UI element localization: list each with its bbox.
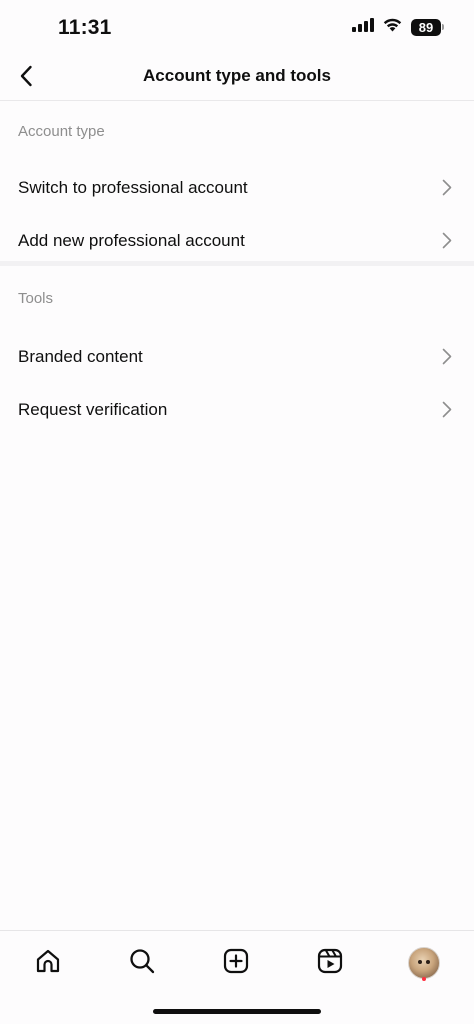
home-icon: [34, 947, 62, 980]
branded-content-button[interactable]: Branded content: [0, 330, 474, 383]
search-icon: [128, 947, 156, 980]
section-title-tools: Tools: [18, 289, 54, 307]
section-account-type: Account type Switch to professional acco…: [0, 101, 474, 267]
screen: 11:31 89 Account type and tools Account …: [0, 0, 474, 1024]
row-label: Switch to professional account: [18, 177, 248, 197]
tab-create[interactable]: [216, 943, 256, 983]
battery-cap: [442, 24, 444, 30]
chevron-right-icon: [440, 401, 454, 419]
page-title: Account type and tools: [143, 66, 331, 85]
avatar-detail: [426, 960, 430, 964]
row-label: Request verification: [18, 399, 168, 419]
chevron-right-icon: [440, 179, 454, 197]
chevron-right-icon: [440, 232, 454, 250]
cellular-signal-icon: [352, 17, 374, 37]
tab-home[interactable]: [28, 943, 68, 983]
chevron-right-icon: [440, 348, 454, 366]
reels-icon: [316, 947, 344, 980]
avatar-detail: [418, 960, 422, 964]
section-tools: Tools Branded content Request verificati…: [0, 266, 474, 436]
battery-level: 89: [411, 18, 441, 36]
plus-square-icon: [222, 947, 250, 980]
section-title-account-type: Account type: [18, 122, 105, 140]
row-label: Add new professional account: [18, 230, 245, 250]
status-icons: 89: [352, 17, 444, 37]
wifi-icon: [382, 17, 403, 37]
request-verification-button[interactable]: Request verification: [0, 383, 474, 436]
status-bar: 11:31 89: [0, 0, 474, 56]
status-time: 11:31: [58, 16, 112, 39]
avatar: [408, 947, 440, 979]
header: Account type and tools: [0, 56, 474, 101]
home-indicator: [153, 1009, 321, 1014]
battery-icon: 89: [411, 18, 444, 36]
tab-search[interactable]: [122, 943, 162, 983]
add-new-professional-button[interactable]: Add new professional account: [0, 214, 474, 267]
switch-to-professional-button[interactable]: Switch to professional account: [0, 161, 474, 214]
notification-dot: [422, 977, 426, 981]
tab-reels[interactable]: [310, 943, 350, 983]
row-label: Branded content: [18, 346, 143, 366]
